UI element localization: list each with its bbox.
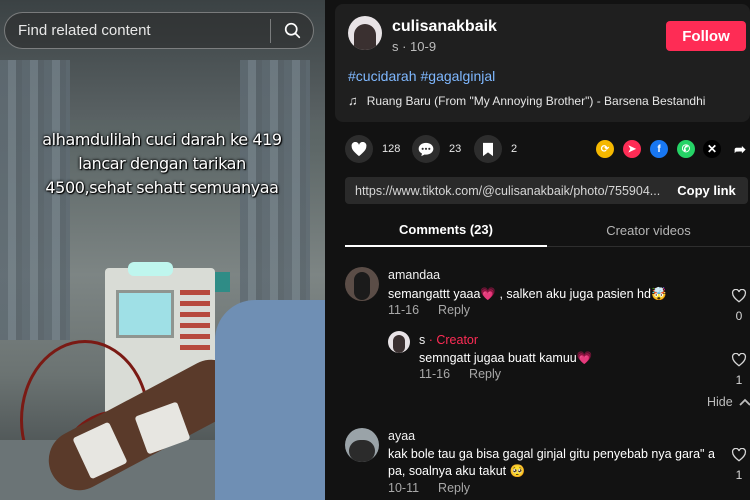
like-count: 128 <box>382 143 401 155</box>
commenter-name[interactable]: amandaa <box>388 268 440 282</box>
comment-meta: 10-11 Reply <box>388 481 470 495</box>
author-meta: s · 10-9 <box>392 39 437 54</box>
follow-button[interactable]: Follow <box>666 21 746 51</box>
reply-meta: 11-16 Reply <box>419 367 501 381</box>
comment-date: 11-16 <box>388 303 420 317</box>
reply-date: 11-16 <box>419 367 451 381</box>
bookmark-icon <box>474 135 502 163</box>
author-avatar[interactable] <box>348 16 382 50</box>
music-note-icon: ♫ <box>348 93 358 108</box>
creator-avatar[interactable] <box>388 331 410 353</box>
heart-icon <box>345 135 373 163</box>
comment-count: 23 <box>449 143 462 155</box>
heart-outline-icon <box>731 448 747 462</box>
comment-like-count: 1 <box>735 468 743 482</box>
related-search-input[interactable] <box>5 22 270 39</box>
comment-text: semangattt yaaa💗 , salken aku juga pasie… <box>388 287 667 301</box>
facebook-icon[interactable]: f <box>650 140 668 158</box>
copy-link-button[interactable]: Copy link <box>665 177 748 204</box>
reply-text: semngatt jugaa buatt kamuu💗 <box>419 351 593 365</box>
avatar-figure <box>349 440 375 462</box>
photo-caption: alhamdulilah cuci darah ke 419 lancar de… <box>42 130 282 197</box>
hide-replies-button[interactable]: Hide <box>707 395 750 409</box>
photo-lamp <box>128 262 173 276</box>
related-search-bar[interactable] <box>4 12 314 49</box>
reply-button[interactable]: Reply <box>438 303 470 317</box>
like-action[interactable]: 128 <box>345 135 400 163</box>
save-count: 2 <box>511 143 518 155</box>
comment-text-line-2: pa, soalnya aku takut 🥺 <box>388 464 526 478</box>
search-icon <box>284 22 300 39</box>
comment-like-count: 0 <box>735 309 743 323</box>
commenter-avatar[interactable] <box>345 428 379 462</box>
comment-tabs: Comments (23) Creator videos <box>345 214 750 247</box>
hashtag-link[interactable]: #gagalginjal <box>421 68 496 84</box>
comment-meta: 11-16 Reply <box>388 303 470 317</box>
x-icon[interactable]: ✕ <box>703 140 721 158</box>
author-username[interactable]: culisanakbaik <box>392 18 497 36</box>
comment-like-button[interactable]: 0 <box>731 289 747 323</box>
post-photo[interactable]: alhamdulilah cuci darah ke 419 lancar de… <box>0 0 325 500</box>
comment-text-line-1: kak bole tau ga bisa gagal ginjal gitu p… <box>388 447 715 461</box>
photo-curtain-left <box>0 60 70 340</box>
music-title: Ruang Baru (From "My Annoying Brother") … <box>366 93 706 108</box>
photo-sleeve <box>215 300 325 500</box>
commenter-avatar[interactable] <box>345 267 379 301</box>
whatsapp-icon[interactable]: ✆ <box>677 140 695 158</box>
reply-button[interactable]: Reply <box>438 481 470 495</box>
photo-curtain-right <box>240 60 310 340</box>
send-icon[interactable]: ➤ <box>623 140 641 158</box>
heart-outline-icon <box>731 353 747 367</box>
repost-icon[interactable]: ⟳ <box>596 140 614 158</box>
comment-like-button[interactable]: 1 <box>731 448 747 482</box>
copy-link-bar: https://www.tiktok.com/@culisanakbaik/ph… <box>345 177 748 204</box>
post-url[interactable]: https://www.tiktok.com/@culisanakbaik/ph… <box>345 184 665 198</box>
reply-button[interactable]: Reply <box>469 367 501 381</box>
photo-machine-knobs <box>180 290 210 350</box>
chevron-up-icon <box>739 398 750 406</box>
share-icon[interactable]: ➦ <box>731 140 749 158</box>
save-action[interactable]: 2 <box>474 135 517 163</box>
comment-action[interactable]: 23 <box>412 135 461 163</box>
comment-date: 10-11 <box>388 481 420 495</box>
commenter-name[interactable]: ayaa <box>388 429 415 443</box>
heart-outline-icon <box>731 289 747 303</box>
avatar-figure <box>393 335 405 353</box>
reply-like-count: 1 <box>735 373 743 387</box>
hide-label: Hide <box>707 395 733 409</box>
music-link[interactable]: ♫ Ruang Baru (From "My Annoying Brother"… <box>348 93 705 108</box>
hashtag-list: #cucidarah #gagalginjal <box>348 68 499 84</box>
reply-author[interactable]: s · Creator <box>419 333 478 347</box>
tab-comments[interactable]: Comments (23) <box>345 214 547 247</box>
tab-creator-videos[interactable]: Creator videos <box>547 214 750 247</box>
search-button[interactable] <box>271 12 313 49</box>
avatar-figure <box>354 272 370 300</box>
creator-badge: · Creator <box>425 333 479 347</box>
comment-icon <box>412 135 440 163</box>
hashtag-link[interactable]: #cucidarah <box>348 68 417 84</box>
reply-like-button[interactable]: 1 <box>731 353 747 387</box>
photo-machine-screen <box>116 290 174 338</box>
